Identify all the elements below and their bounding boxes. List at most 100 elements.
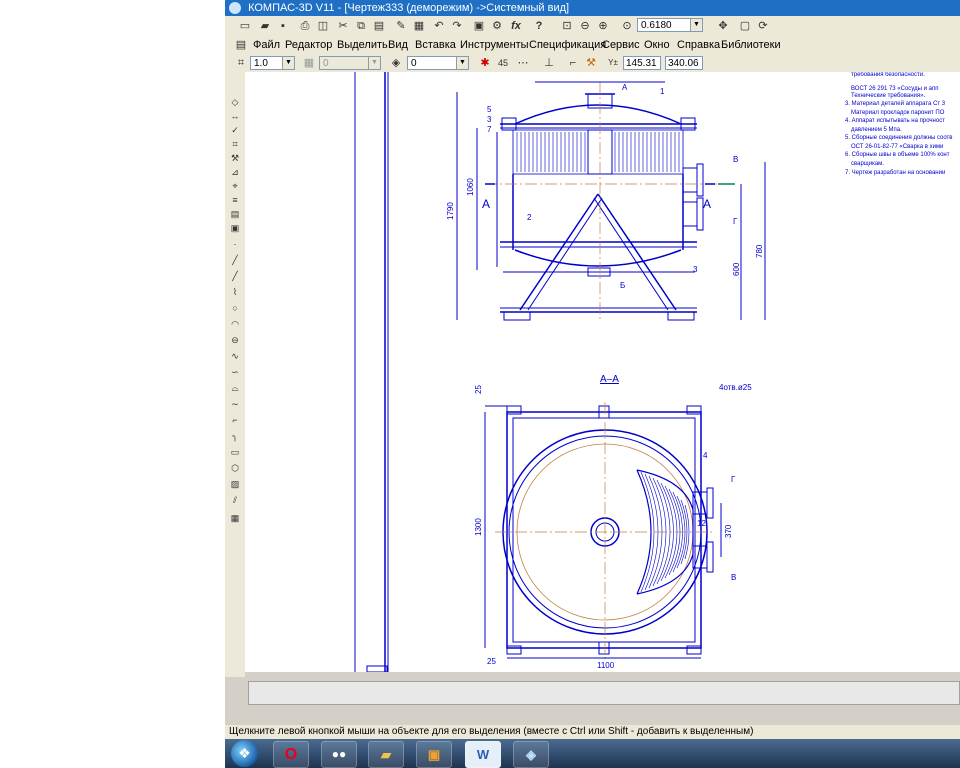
equidistant-icon[interactable]: ⫽ <box>228 494 242 506</box>
manager-icon[interactable]: ▣ <box>471 18 487 34</box>
menu-insert[interactable]: Вставка <box>415 38 456 53</box>
show-all-icon[interactable]: ▢ <box>737 18 753 34</box>
refresh-icon[interactable]: ⟳ <box>755 18 771 34</box>
menu-help[interactable]: Справка <box>677 38 720 53</box>
fx-variables-button[interactable]: fx <box>507 18 525 34</box>
properties-icon[interactable]: ✎ <box>393 18 409 34</box>
note-line: сварщикам. <box>851 161 884 167</box>
library-icon[interactable]: ▦ <box>411 18 427 34</box>
zoom-out-icon[interactable]: ⊖ <box>577 18 593 34</box>
fillet-icon[interactable]: ╮ <box>228 430 242 442</box>
select-icon[interactable]: ⌖ <box>228 180 242 192</box>
local-cs-icon[interactable]: ⊥ <box>541 55 557 71</box>
menu-editor[interactable]: Редактор <box>285 38 332 53</box>
snaps-toggle-icon[interactable]: ⚒ <box>583 55 599 71</box>
bezier-icon[interactable]: ∼ <box>228 398 242 410</box>
parametrization-icon[interactable]: ⚒ <box>228 152 242 164</box>
chevron-down-icon[interactable]: ▼ <box>690 19 702 31</box>
nurbs-icon[interactable]: ∽ <box>228 366 242 378</box>
grid-icon[interactable]: ⋯ <box>515 55 531 71</box>
chevron-down-icon[interactable]: ▼ <box>282 57 294 69</box>
collect-contour-icon[interactable]: ▦ <box>228 512 242 524</box>
style-value: 0 <box>411 58 417 69</box>
preview-icon[interactable]: ◫ <box>315 18 331 34</box>
cut-icon[interactable]: ✂ <box>335 18 351 34</box>
new-file-icon[interactable]: ▭ <box>237 18 253 34</box>
copy-icon[interactable]: ⧉ <box>353 18 369 34</box>
ellipse-icon[interactable]: ⊖ <box>228 334 242 346</box>
folder-icon[interactable]: ▰ <box>368 741 404 768</box>
open-file-icon[interactable]: ▰ <box>257 18 273 34</box>
segment-icon[interactable]: ╱ <box>228 270 242 282</box>
style-combo[interactable]: 0 ▼ <box>407 56 469 70</box>
word-icon[interactable]: W <box>465 741 501 768</box>
contour-icon[interactable]: ⌓ <box>228 382 242 394</box>
menu-view[interactable]: Вид <box>388 38 408 53</box>
point-icon[interactable]: · <box>228 238 242 250</box>
technical-notes: требования безопасности. ВОСТ 26 291 73 … <box>845 72 953 176</box>
save-icon[interactable]: ▪ <box>275 18 291 34</box>
note-line: ОСТ 26-01-82-77 «Сварка в хими <box>851 144 943 150</box>
dimensions-icon[interactable]: ↔ <box>228 110 242 122</box>
menu-select[interactable]: Выделить <box>337 38 388 53</box>
print-icon[interactable]: ⎙ <box>297 18 313 34</box>
pan-icon[interactable]: ✥ <box>715 18 731 34</box>
rectangle-icon[interactable]: ▭ <box>228 446 242 458</box>
circle-icon[interactable]: ○ <box>228 302 242 314</box>
section-title: А–А <box>600 374 619 385</box>
line-icon[interactable]: ╱ <box>228 254 242 266</box>
help-pointer-button[interactable]: ? <box>531 18 547 34</box>
spline-icon[interactable]: ∿ <box>228 350 242 362</box>
opera-icon[interactable]: O <box>273 741 309 768</box>
edit-icon[interactable]: ⌗ <box>228 138 242 150</box>
leader-5: 5 <box>487 105 492 114</box>
dim-25-top: 25 <box>474 385 483 394</box>
style-icon[interactable]: ◈ <box>388 55 404 71</box>
menu-tools[interactable]: Инструменты <box>460 38 529 53</box>
windows-start-icon[interactable]: ❖ <box>231 740 258 767</box>
snap-icon[interactable]: ✱ <box>477 55 493 71</box>
current-state-toolbar: ⌗ 1.0 ▼ ▦ 0 ▼ ◈ 0 ▼ ✱ 45 ⋯ ⊥ ⌐ ⚒ Y± 145.… <box>225 54 960 73</box>
menu-file[interactable]: Файл <box>253 38 280 53</box>
hatch-icon[interactable]: ▨ <box>228 478 242 490</box>
spec-icon[interactable]: ≡ <box>228 194 242 206</box>
ortho-mode-icon[interactable]: ⌐ <box>565 55 581 71</box>
measure-icon[interactable]: ⊿ <box>228 166 242 178</box>
step-combo[interactable]: 1.0 ▼ <box>250 56 295 70</box>
menu-libraries[interactable]: Библиотеки <box>721 38 781 53</box>
polygon-icon[interactable]: ⬡ <box>228 462 242 474</box>
paste-icon[interactable]: ▤ <box>371 18 387 34</box>
zoom-in-icon[interactable]: ⊕ <box>595 18 611 34</box>
dim-1300: 1300 <box>474 518 483 536</box>
polyline-icon[interactable]: ⌇ <box>228 286 242 298</box>
menu-window[interactable]: Окно <box>644 38 670 53</box>
zoom-scale-combo[interactable]: 0.6180 ▼ <box>637 18 703 32</box>
eyes-app-icon[interactable]: ●● <box>321 741 357 768</box>
arc-icon[interactable]: ◠ <box>228 318 242 330</box>
menu-service[interactable]: Сервис <box>602 38 640 53</box>
zoom-scale-icon[interactable]: ⊙ <box>619 18 635 34</box>
drawing-canvas[interactable]: A A 1 2 3 5 3 7 А Б В Г 1790 1060 600 78… <box>245 72 960 672</box>
leader-12: 12 <box>697 519 706 528</box>
geometry-icon[interactable]: ◇ <box>228 96 242 108</box>
leader-4: 4 <box>703 451 708 460</box>
note-line: давлением 5 Мпа. <box>851 127 902 133</box>
doc-icon[interactable]: ▣ <box>228 222 242 234</box>
undo-icon[interactable]: ↶ <box>431 18 447 34</box>
angle-snap-icon[interactable]: 45 <box>495 55 511 71</box>
chamfer-icon[interactable]: ⌐ <box>228 414 242 426</box>
grid-step-icon[interactable]: ⌗ <box>233 55 249 71</box>
box-app-icon[interactable]: ◈ <box>513 741 549 768</box>
redo-icon[interactable]: ↷ <box>449 18 465 34</box>
zoom-window-icon[interactable]: ⊡ <box>559 18 575 34</box>
menu-specification[interactable]: Спецификация <box>529 38 606 53</box>
report-icon[interactable]: ▤ <box>228 208 242 220</box>
parameters-icon[interactable]: ⚙ <box>489 18 505 34</box>
kompas-taskbar-icon[interactable]: ▣ <box>416 741 452 768</box>
designations-icon[interactable]: ✓ <box>228 124 242 136</box>
cursor-y-field[interactable]: 340.06 <box>665 56 703 70</box>
chevron-down-icon[interactable]: ▼ <box>456 57 468 69</box>
dim-1790: 1790 <box>446 202 455 220</box>
properties-panel-field[interactable] <box>248 681 960 705</box>
cursor-x-field[interactable]: 145.31 <box>623 56 661 70</box>
